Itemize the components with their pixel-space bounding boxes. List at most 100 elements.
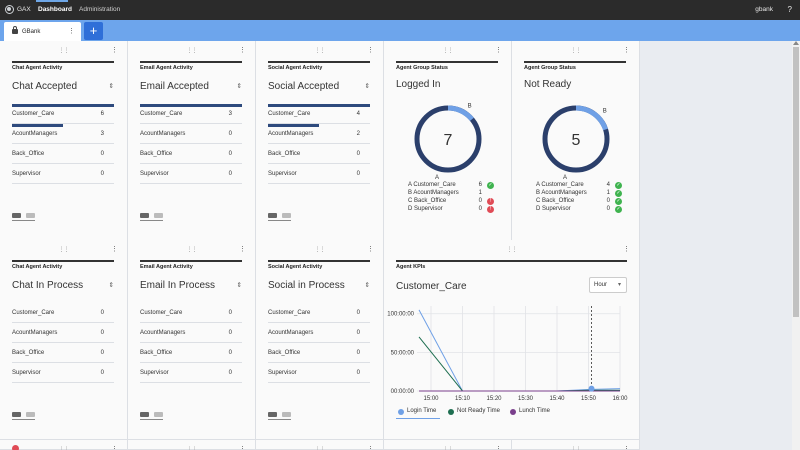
card-menu-icon[interactable]: ⋮ [623, 445, 630, 450]
y-tick-label: 100:00:00 [387, 312, 414, 318]
alert-icon: ! [487, 206, 494, 213]
partial-card-3: ⋮⋮ ⋮ [384, 440, 512, 450]
drag-handle-icon[interactable]: ⋮⋮ [59, 446, 70, 450]
x-tick-label: 15:10 [455, 396, 471, 402]
list-item: Back_Office 0 [140, 343, 242, 363]
card-menu-icon[interactable]: ⋮ [111, 445, 118, 450]
drag-handle-icon[interactable]: ⋮⋮ [187, 446, 198, 450]
card-menu-icon[interactable]: ⋮ [239, 245, 246, 253]
list-view-icon[interactable] [140, 412, 149, 417]
card-title: Email Agent Activity [140, 65, 193, 71]
legend-label: D Supervisor [408, 206, 443, 212]
alert-icon: ! [487, 198, 494, 205]
card-menu-icon[interactable]: ⋮ [495, 46, 502, 54]
help-icon[interactable]: ? [788, 5, 792, 14]
card-title: Social Agent Activity [268, 264, 323, 270]
drag-handle-icon[interactable]: ⋮⋮ [507, 246, 518, 253]
card-menu-icon[interactable]: ⋮ [367, 46, 374, 54]
card-menu-icon[interactable]: ⋮ [623, 245, 630, 253]
drag-handle-icon[interactable]: ⋮⋮ [187, 47, 198, 54]
legend-item: B AcountManagers 1 [408, 190, 498, 198]
drag-handle-icon[interactable]: ⋮⋮ [571, 446, 582, 450]
sort-icon[interactable]: ⇕ [237, 281, 242, 289]
row-label: Back_Office [268, 350, 301, 356]
row-label: Customer_Care [140, 111, 183, 117]
card-menu-icon[interactable]: ⋮ [495, 445, 502, 450]
nav-administration[interactable]: Administration [79, 6, 120, 13]
row-label: Back_Office [12, 151, 45, 157]
chart-view-icon[interactable] [26, 412, 35, 417]
row-label: Supervisor [12, 370, 41, 376]
list-view-icon[interactable] [268, 412, 277, 417]
segment-label-a: A [563, 175, 567, 181]
status-headline: Logged In [396, 79, 441, 90]
x-tick-label: 15:20 [486, 396, 502, 402]
drag-handle-icon[interactable]: ⋮⋮ [59, 47, 70, 54]
sort-icon[interactable]: ⇕ [109, 281, 114, 289]
view-toggle[interactable] [12, 411, 42, 420]
chart-view-icon[interactable] [282, 412, 291, 417]
legend-label: A Customer_Care [408, 182, 456, 188]
view-toggle[interactable] [12, 212, 42, 221]
page-scrollbar[interactable] [792, 41, 800, 450]
cards_row1-card-0: ⋮⋮ ⋮ Chat Agent Activity Chat Accepted ⇕ Cust… [0, 41, 128, 241]
list-item: Back_Office 0 [12, 343, 114, 363]
drag-handle-icon[interactable]: ⋮⋮ [443, 446, 454, 450]
drag-handle-icon[interactable]: ⋮⋮ [315, 446, 326, 450]
card-menu-icon[interactable]: ⋮ [239, 445, 246, 450]
drag-handle-icon[interactable]: ⋮⋮ [315, 47, 326, 54]
card-menu-icon[interactable]: ⋮ [367, 445, 374, 450]
donut-chart: 7 A B [414, 103, 482, 181]
view-toggle[interactable] [268, 212, 298, 221]
segment-label-a: A [435, 175, 439, 181]
card-title-rule [12, 61, 114, 63]
drag-handle-icon[interactable]: ⋮⋮ [443, 47, 454, 54]
card-title-rule [268, 260, 370, 262]
tab-menu-icon[interactable]: ⋮ [68, 27, 75, 35]
drag-handle-icon[interactable]: ⋮⋮ [59, 246, 70, 253]
legend-label: Login Time [407, 408, 437, 414]
card-menu-icon[interactable]: ⋮ [111, 245, 118, 253]
period-select[interactable]: Hour ▾ [589, 277, 627, 293]
chart-view-icon[interactable] [26, 213, 35, 218]
nav-dashboard[interactable]: Dashboard [38, 6, 72, 13]
segment-label-b: B [603, 109, 607, 115]
list-view-icon[interactable] [12, 213, 21, 218]
sort-icon[interactable]: ⇕ [109, 82, 114, 90]
card-menu-icon[interactable]: ⋮ [111, 46, 118, 54]
view-toggle[interactable] [140, 212, 170, 221]
gax-logo-icon [5, 5, 14, 14]
add-tab-button[interactable]: + [84, 22, 103, 40]
view-toggle[interactable] [268, 411, 298, 420]
list-item: Customer_Care 0 [12, 303, 114, 323]
drag-handle-icon[interactable]: ⋮⋮ [571, 47, 582, 54]
chart-view-icon[interactable] [154, 213, 163, 218]
scroll-up-icon[interactable] [793, 41, 799, 45]
kpi-line-chart: 00:00:00 50:00:00 100:00:00 15:00 15:10 15:20… [387, 306, 628, 402]
list-view-icon[interactable] [140, 213, 149, 218]
sort-icon[interactable]: ⇕ [237, 82, 242, 90]
row-value: 0 [100, 330, 104, 336]
metric-headline: Chat In Process [12, 280, 84, 291]
card-menu-icon[interactable]: ⋮ [623, 46, 630, 54]
drag-handle-icon[interactable]: ⋮⋮ [315, 246, 326, 253]
list-view-icon[interactable] [268, 213, 277, 218]
view-toggle[interactable] [140, 411, 170, 420]
drag-handle-icon[interactable]: ⋮⋮ [187, 246, 198, 253]
scrollbar-thumb[interactable] [793, 47, 799, 317]
sort-icon[interactable]: ⇕ [365, 82, 370, 90]
tab-gbank[interactable]: GBank ⋮ [4, 22, 81, 41]
row-label: AcountManagers [140, 330, 186, 336]
row-label: Supervisor [12, 171, 41, 177]
chart-view-icon[interactable] [282, 213, 291, 218]
card-menu-icon[interactable]: ⋮ [239, 46, 246, 54]
chart-view-icon[interactable] [154, 412, 163, 417]
user-menu[interactable]: gbank [755, 6, 773, 13]
list-view-icon[interactable] [12, 412, 21, 417]
sort-icon[interactable]: ⇕ [365, 281, 370, 289]
card-title-rule [140, 260, 242, 262]
row-label: Back_Office [268, 151, 301, 157]
kpi-headline: Customer_Care [396, 281, 467, 292]
metric-headline: Social Accepted [268, 81, 340, 92]
card-menu-icon[interactable]: ⋮ [367, 245, 374, 253]
